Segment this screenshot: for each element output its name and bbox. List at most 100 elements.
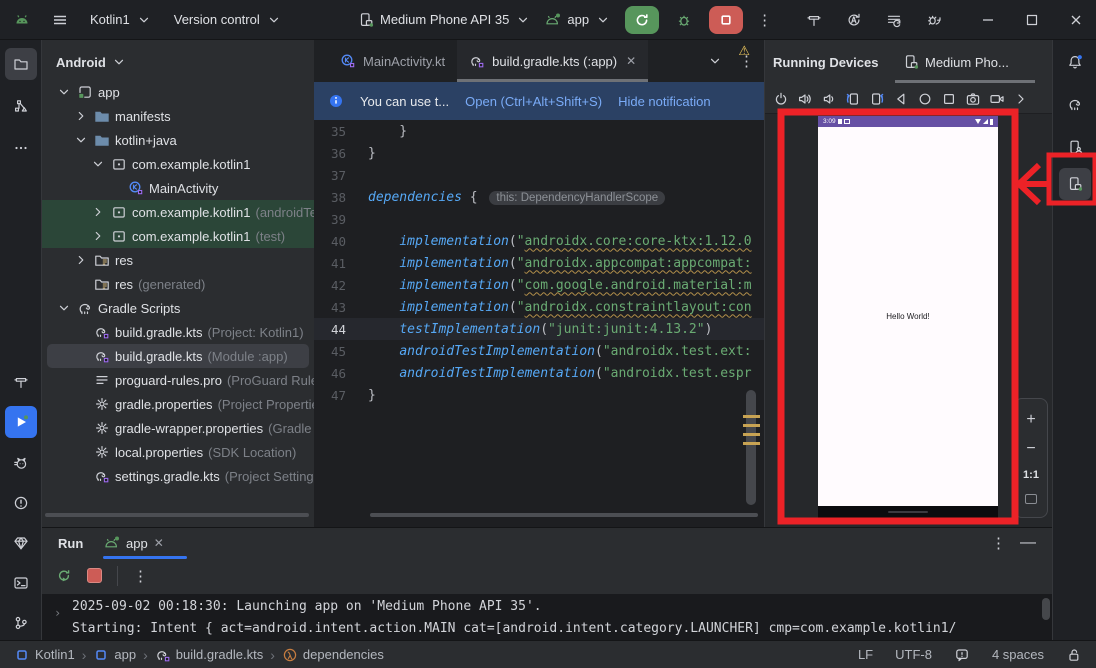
window-minimize-button[interactable] — [980, 12, 996, 28]
warning-stripe-mark[interactable] — [743, 424, 760, 427]
code-line-40[interactable]: 40 implementation("androidx.core:core-kt… — [314, 230, 764, 252]
main-menu-icon[interactable] — [52, 12, 68, 28]
tree-item-build-gradle-kts[interactable]: build.gradle.kts(Module :app) — [47, 344, 309, 368]
zoom-in-button[interactable]: + — [1026, 412, 1035, 428]
editor-tab-build-gradle-kts-app-[interactable]: build.gradle.kts (:app)✕ — [457, 40, 648, 82]
tree-item-local-properties[interactable]: local.properties(SDK Location) — [42, 440, 314, 464]
close-icon[interactable]: ✕ — [626, 54, 636, 68]
code-line-44[interactable]: 44 testImplementation("junit:junit:4.13.… — [314, 318, 764, 340]
device-mirror-screen[interactable]: 3:09 Hello World! — [818, 116, 998, 518]
breadcrumb-item-build-gradle-kts[interactable]: build.gradle.kts — [155, 647, 263, 663]
tool-strip-app-quality-insights[interactable] — [5, 527, 37, 559]
attach-debugger-icon[interactable] — [926, 12, 942, 28]
tree-item-res[interactable]: res — [42, 248, 314, 272]
readonly-lock-icon[interactable] — [1066, 647, 1082, 663]
device-tab[interactable]: Medium Pho... — [903, 54, 1009, 70]
project-selector[interactable]: Kotlin1 — [90, 12, 152, 28]
chevron-down-icon[interactable] — [56, 300, 72, 316]
tree-item-res[interactable]: res(generated) — [42, 272, 314, 296]
breadcrumb-item-app[interactable]: app — [93, 647, 136, 663]
code-line-45[interactable]: 45 androidTestImplementation("androidx.t… — [314, 340, 764, 362]
rerun-button[interactable] — [625, 6, 659, 34]
stop-app-button[interactable] — [87, 568, 102, 583]
encoding-indicator[interactable]: UTF-8 — [895, 647, 932, 662]
rotate-right-icon[interactable] — [869, 91, 885, 107]
breadcrumb-item-kotlin1[interactable]: Kotlin1 — [14, 647, 75, 663]
code-line-38[interactable]: 38dependencies { this: DependencyHandler… — [314, 186, 764, 208]
tab-list-chevron-icon[interactable] — [707, 53, 723, 69]
tool-strip-running-devices[interactable] — [1059, 168, 1091, 200]
warning-stripe-mark[interactable] — [743, 415, 760, 418]
tree-item-settings-gradle-kts[interactable]: settings.gradle.kts(Project Settings) — [42, 464, 314, 488]
debug-button[interactable] — [673, 9, 695, 31]
screen-record-icon[interactable] — [989, 91, 1005, 107]
console-scrollbar[interactable] — [1042, 598, 1050, 620]
tree-item-manifests[interactable]: manifests — [42, 104, 314, 128]
chevron-right-icon[interactable] — [73, 108, 89, 124]
tool-strip-notifications[interactable] — [1059, 46, 1091, 78]
zoom-to-fit-button[interactable] — [1025, 494, 1037, 504]
tree-item-com-example-kotlin1[interactable]: com.example.kotlin1(test) — [42, 224, 314, 248]
tree-item-gradle-properties[interactable]: gradle.properties(Project Properties) — [42, 392, 314, 416]
notification-hide-link[interactable]: Hide notification — [618, 94, 711, 109]
tree-item-com-example-kotlin1[interactable]: com.example.kotlin1 — [42, 152, 314, 176]
code-line-43[interactable]: 43 implementation("androidx.constraintla… — [314, 296, 764, 318]
code-line-46[interactable]: 46 androidTestImplementation("androidx.t… — [314, 362, 764, 384]
more-toolbar-icon[interactable] — [1013, 91, 1029, 107]
power-icon[interactable] — [773, 91, 789, 107]
home-icon[interactable] — [917, 91, 933, 107]
chevron-right-icon[interactable] — [90, 204, 106, 220]
tree-item-proguard-rules-pro[interactable]: proguard-rules.pro(ProGuard Rules for "a… — [42, 368, 314, 392]
tool-strip-structure[interactable] — [5, 90, 37, 122]
back-icon[interactable] — [893, 91, 909, 107]
stop-button[interactable] — [709, 6, 743, 34]
hide-panel-icon[interactable]: — — [1020, 534, 1036, 552]
tree-item-app[interactable]: app — [42, 80, 314, 104]
build-icon[interactable] — [806, 12, 822, 28]
tool-strip-project[interactable] — [5, 48, 37, 80]
tree-item-gradle-wrapper-properties[interactable]: gradle-wrapper.properties(Gradle Version… — [42, 416, 314, 440]
run-config-selector[interactable]: app — [545, 12, 611, 28]
tool-strip-version-control[interactable] — [5, 607, 37, 639]
window-close-button[interactable] — [1068, 12, 1084, 28]
tree-item-gradle-scripts[interactable]: Gradle Scripts — [42, 296, 314, 320]
tool-strip-device-manager[interactable] — [1059, 131, 1091, 163]
tree-item-com-example-kotlin1[interactable]: com.example.kotlin1(androidTest) — [42, 200, 314, 224]
volume-down-icon[interactable] — [821, 91, 837, 107]
run-panel-options-icon[interactable]: ⋮ — [991, 534, 1006, 552]
vcs-selector[interactable]: Version control — [174, 12, 282, 28]
tool-strip-terminal[interactable] — [5, 567, 37, 599]
line-ending-indicator[interactable]: LF — [858, 647, 873, 662]
chevron-down-icon[interactable] — [90, 156, 106, 172]
more-actions-icon[interactable]: ⋮ — [757, 11, 772, 29]
code-line-42[interactable]: 42 implementation("com.google.android.ma… — [314, 274, 764, 296]
zoom-actual-size-button[interactable]: 1:1 — [1023, 470, 1039, 481]
tree-item-build-gradle-kts[interactable]: build.gradle.kts(Project: Kotlin1) — [42, 320, 314, 344]
tree-item-mainactivity[interactable]: MainActivity — [42, 176, 314, 200]
phone-app-content[interactable]: Hello World! — [818, 127, 998, 506]
rerun-app-icon[interactable] — [56, 568, 72, 584]
tool-strip-more-tool-windows[interactable] — [5, 132, 37, 164]
editor-horizontal-scrollbar[interactable] — [370, 513, 758, 517]
chevron-down-icon[interactable] — [56, 84, 72, 100]
indent-indicator[interactable]: 4 spaces — [992, 647, 1044, 662]
run-console[interactable]: › 2025-09-02 00:18:30: Launching app on … — [42, 594, 1052, 640]
editor-tab-mainactivity-kt[interactable]: MainActivity.kt — [328, 40, 457, 82]
code-editor[interactable]: 35 }36}3738dependencies { this: Dependen… — [314, 120, 764, 406]
rotate-left-icon[interactable] — [845, 91, 861, 107]
code-line-35[interactable]: 35 } — [314, 120, 764, 142]
chevron-down-icon[interactable] — [73, 132, 89, 148]
code-line-36[interactable]: 36} — [314, 142, 764, 164]
tool-strip-run[interactable] — [5, 406, 37, 438]
task-list-icon[interactable] — [886, 12, 902, 28]
code-line-41[interactable]: 41 implementation("androidx.appcompat:ap… — [314, 252, 764, 274]
breadcrumb-item-dependencies[interactable]: dependencies — [282, 647, 384, 663]
project-horizontal-scrollbar[interactable] — [45, 513, 309, 517]
window-maximize-button[interactable] — [1024, 12, 1040, 28]
zoom-out-button[interactable]: − — [1026, 441, 1035, 457]
code-with-ai-icon[interactable] — [846, 12, 862, 28]
overview-icon[interactable] — [941, 91, 957, 107]
notification-open-link[interactable]: Open (Ctrl+Alt+Shift+S) — [465, 94, 602, 109]
code-line-39[interactable]: 39 — [314, 208, 764, 230]
tool-strip-problems[interactable] — [5, 487, 37, 519]
